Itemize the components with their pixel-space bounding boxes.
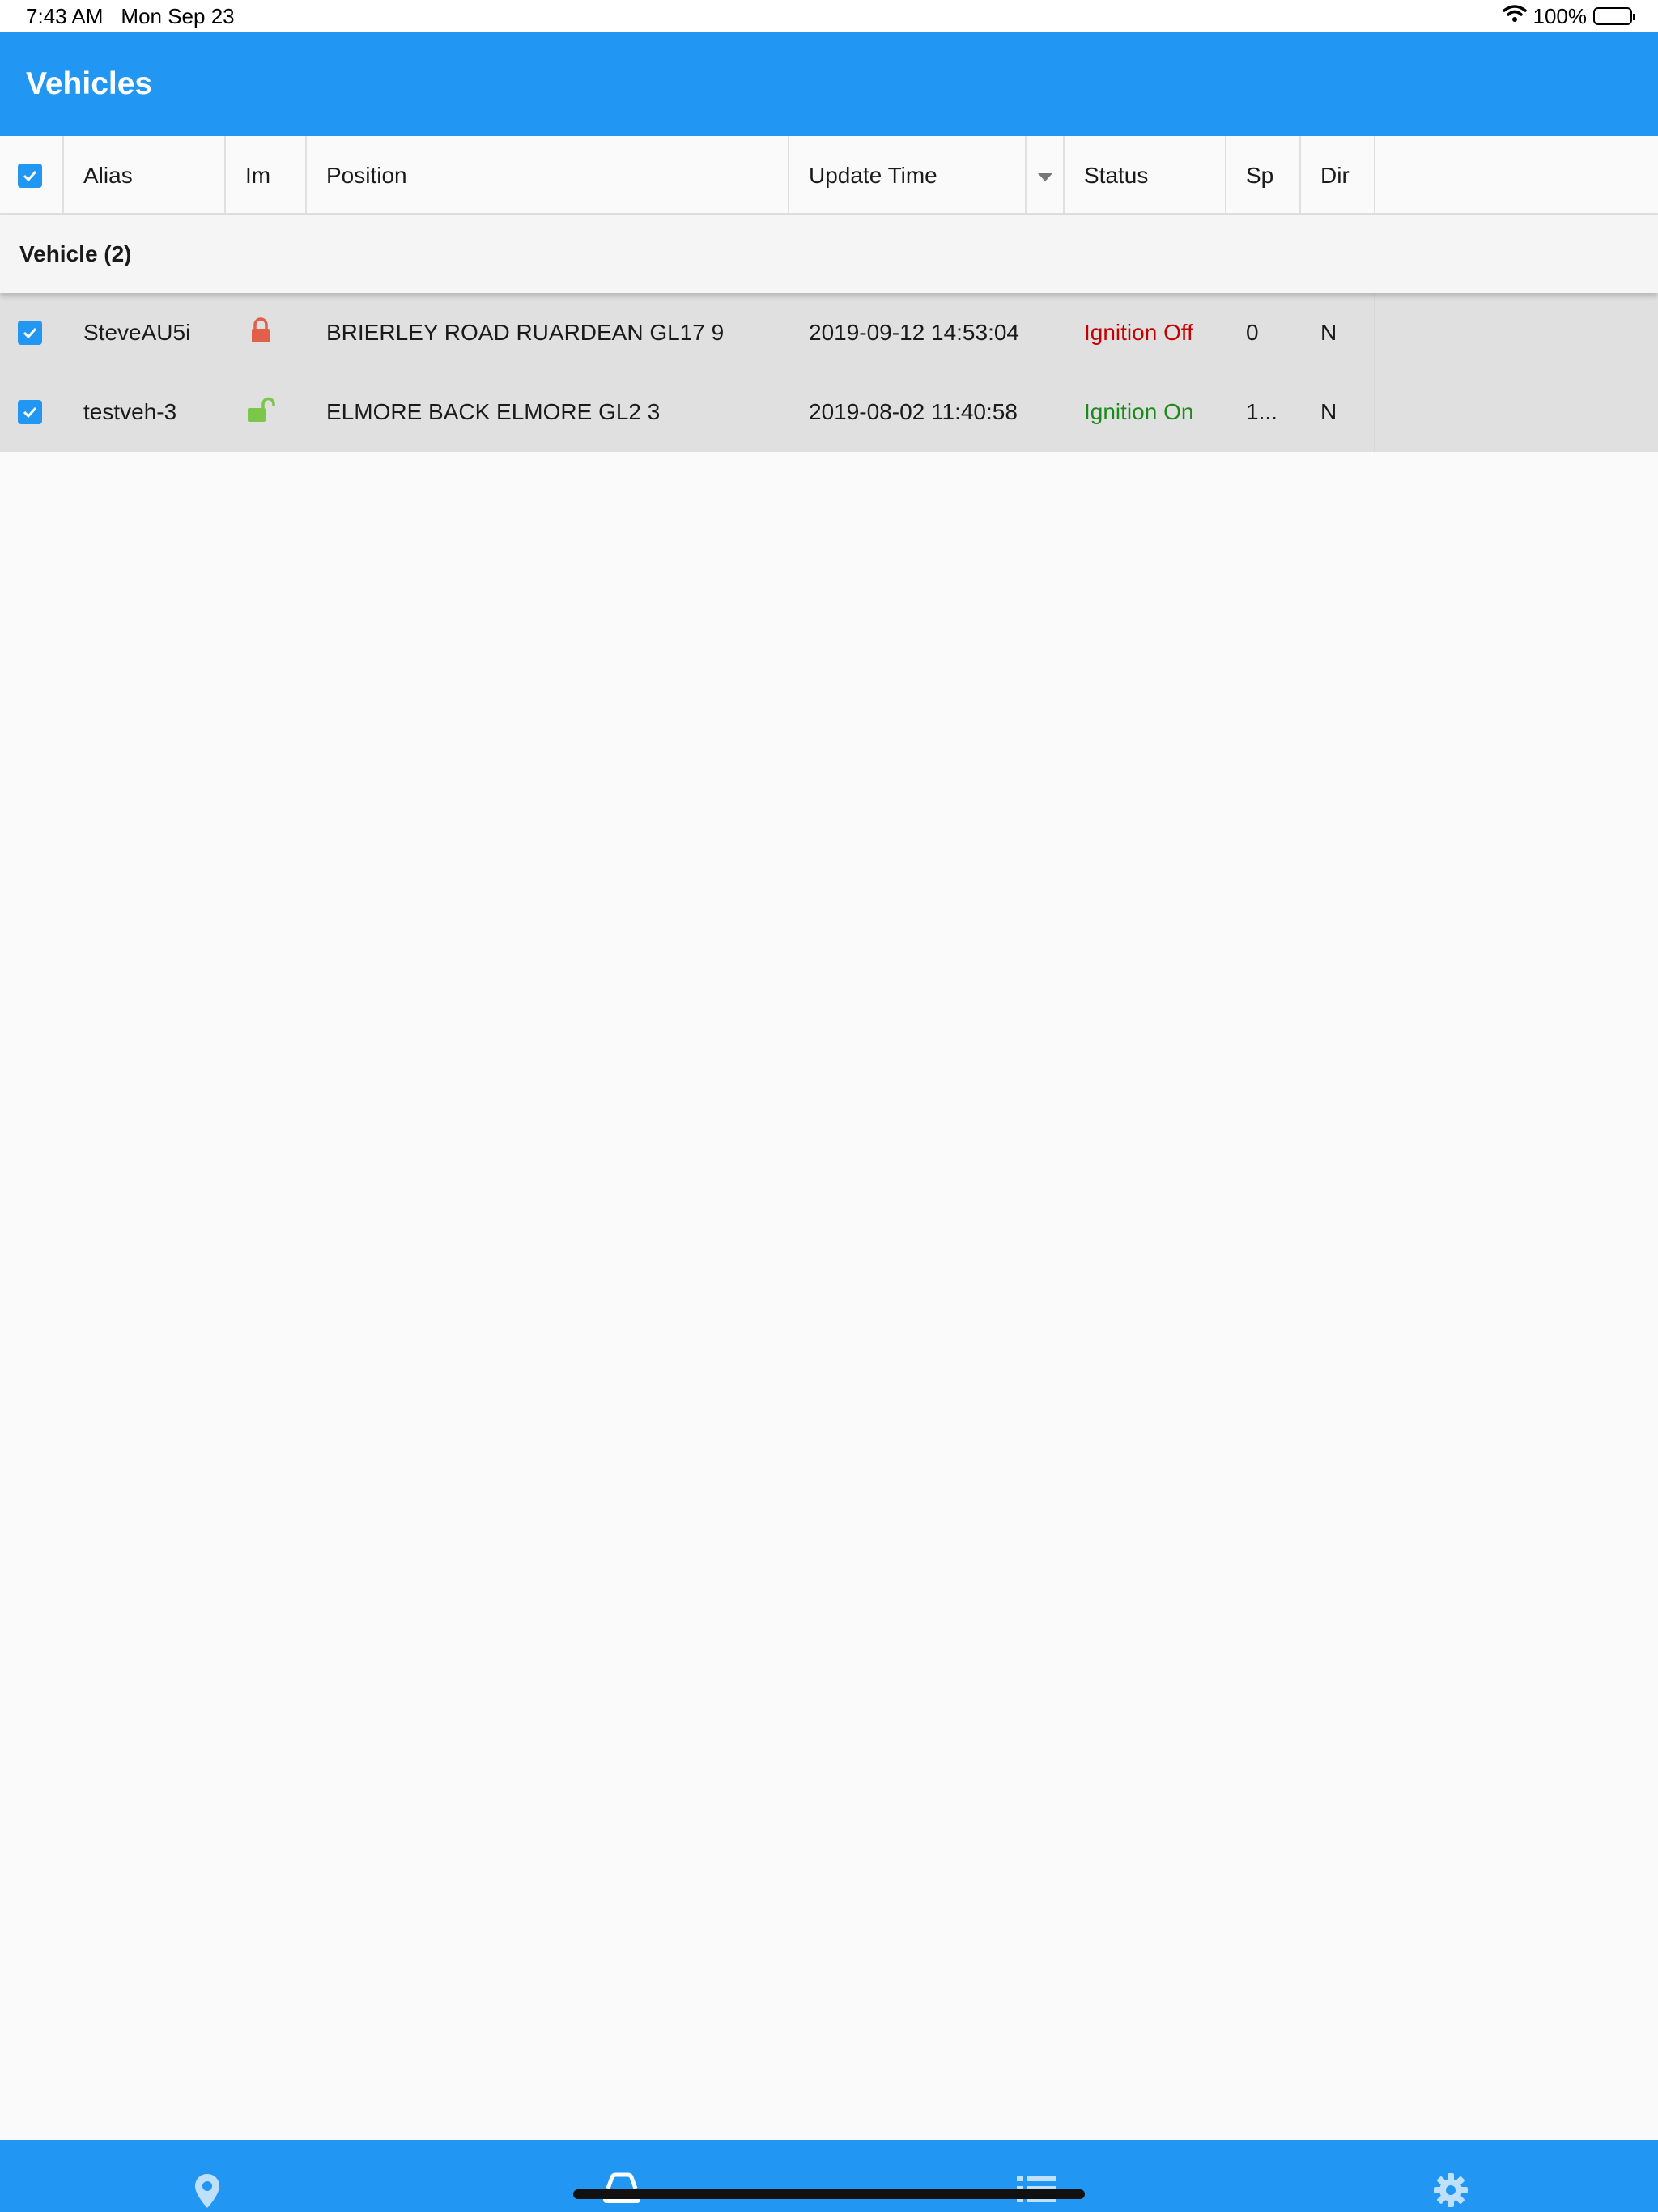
table-row[interactable]: testveh-3 ELMORE BACK ELMORE GL2 3 2019-…: [0, 372, 1658, 452]
checkbox-checked-icon: [18, 163, 42, 188]
battery-icon: [1593, 7, 1635, 25]
column-header-status[interactable]: Status: [1065, 136, 1226, 215]
cell-alias: testveh-3: [83, 399, 177, 424]
column-header-speed[interactable]: Sp: [1226, 136, 1301, 215]
nav-vehicles-button[interactable]: [414, 2140, 829, 2212]
checkbox-checked-icon: [18, 321, 42, 345]
bottom-navigation: [0, 2140, 1658, 2212]
row-checkbox[interactable]: [0, 372, 64, 452]
column-header-immobilizer[interactable]: Im: [226, 136, 307, 215]
sort-dropdown-button[interactable]: [1027, 136, 1065, 215]
vehicles-screen: 7:43 AM Mon Sep 23 100% Vehicles Alias I…: [0, 0, 1658, 2212]
column-header-alias[interactable]: Alias: [64, 136, 226, 215]
row-checkbox[interactable]: [0, 293, 64, 372]
home-indicator[interactable]: [573, 2189, 1085, 2199]
cell-position: BRIERLEY ROAD RUARDEAN GL17 9: [326, 320, 725, 345]
cell-direction: N: [1301, 372, 1375, 452]
status-date: Mon Sep 23: [121, 3, 235, 28]
select-all-checkbox[interactable]: [0, 136, 64, 215]
group-label: Vehicle (2): [19, 240, 132, 266]
cell-immobilizer: [226, 293, 307, 372]
battery-percentage: 100%: [1533, 3, 1588, 28]
cell-speed: 1...: [1246, 399, 1278, 424]
gear-icon: [1433, 2172, 1469, 2212]
table-header: Alias Im Position Update Time Status Sp …: [0, 136, 1658, 215]
cell-update-time: 2019-08-02 11:40:58: [809, 399, 1018, 424]
cell-direction: N: [1301, 293, 1375, 372]
status-time: 7:43 AM: [26, 3, 104, 28]
nav-map-button[interactable]: [0, 2140, 414, 2212]
column-header-direction[interactable]: Dir: [1301, 136, 1375, 215]
wifi-icon: [1502, 4, 1527, 29]
cell-update-time: 2019-09-12 14:53:04: [809, 320, 1019, 345]
cell-status: Ignition Off: [1084, 320, 1193, 345]
checkbox-checked-icon: [18, 400, 42, 424]
nav-list-button[interactable]: [829, 2140, 1244, 2212]
app-bar: Vehicles: [0, 32, 1658, 136]
map-pin-icon: [193, 2172, 221, 2212]
status-bar: 7:43 AM Mon Sep 23 100%: [0, 0, 1658, 32]
cell-position: ELMORE BACK ELMORE GL2 3: [326, 399, 661, 424]
caret-down-icon: [1036, 163, 1054, 189]
page-title: Vehicles: [26, 66, 153, 101]
table-row[interactable]: SteveAU5i BRIERLEY ROAD RUARDEAN GL17 9 …: [0, 293, 1658, 372]
cell-immobilizer: [226, 372, 307, 452]
cell-speed: 0: [1246, 320, 1259, 345]
group-header-vehicle[interactable]: Vehicle (2): [0, 215, 1658, 293]
nav-settings-button[interactable]: [1244, 2140, 1658, 2212]
column-header-position[interactable]: Position: [307, 136, 789, 215]
lock-open-icon: [245, 397, 278, 428]
lock-closed-icon: [249, 317, 273, 349]
cell-alias: SteveAU5i: [83, 320, 191, 345]
column-header-update-time[interactable]: Update Time: [789, 136, 1027, 215]
cell-status: Ignition On: [1084, 399, 1194, 424]
